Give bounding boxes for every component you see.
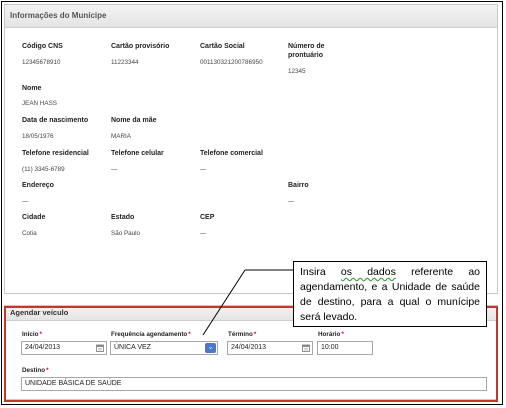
tel-comercial-label: Telefone comercial [200, 150, 263, 157]
inicio-label: Início* [22, 331, 42, 338]
bairro-value: — [288, 198, 295, 205]
required-mark: * [46, 367, 49, 374]
required-mark: * [253, 331, 257, 338]
horario-input[interactable]: 10:00 [317, 341, 373, 355]
bairro-label: Bairro [288, 182, 309, 189]
nome-value: JEAN HASS [22, 100, 57, 107]
prontuario-label-line1: Número de [288, 43, 325, 50]
cartao-provisorio-label: Cartão provisório [111, 43, 170, 50]
required-mark: * [341, 331, 344, 338]
destino-value: UNIDADE BÁSICA DE SAÚDE [25, 380, 122, 387]
nome-label: Nome [22, 85, 42, 92]
tel-residencial-value: (11) 3345-6789 [22, 166, 65, 173]
inicio-date-input[interactable]: 24/04/2013 [21, 341, 107, 355]
frequencia-value: ÚNICA VEZ [114, 344, 151, 351]
termino-label: Término* [228, 331, 257, 338]
callout-text-wavy: os dados [340, 266, 396, 278]
cartao-social-label: Cartão Social [200, 43, 245, 50]
cartao-social-value: 001130321200786950 [200, 59, 263, 66]
callout-text-start: Insira [300, 266, 341, 278]
estado-value: São Paulo [111, 230, 141, 237]
destino-label: Destino* [22, 367, 49, 374]
cidade-label: Cidade [22, 214, 46, 221]
cartao-provisorio-value: 11223344 [111, 59, 139, 66]
horario-value: 10:00 [321, 344, 339, 351]
endereco-value: — [22, 198, 29, 205]
inicio-value: 24/04/2013 [25, 344, 61, 351]
frequencia-select[interactable]: ÚNICA VEZ ⌄ [110, 341, 218, 355]
mae-value: MARIA [111, 133, 131, 140]
nascimento-value: 18/05/1976 [22, 133, 54, 140]
cns-label: Código CNS [22, 43, 63, 50]
frequencia-label: Frequência agendamento* [111, 331, 191, 338]
chevron-down-icon[interactable]: ⌄ [205, 343, 216, 353]
horario-label: Horário* [318, 331, 344, 338]
cep-label: CEP [200, 214, 215, 221]
required-mark: * [188, 331, 191, 338]
termino-date-input[interactable]: 24/04/2013 [227, 341, 313, 355]
tel-celular-value: — [111, 166, 118, 173]
nascimento-label: Data de nascimento [22, 117, 89, 124]
cns-value: 12345678910 [22, 59, 61, 66]
prontuario-value: 12345 [288, 68, 306, 75]
estado-label: Estado [111, 214, 135, 221]
tel-celular-label: Telefone celular [111, 150, 164, 157]
municipe-panel-title: Informações do Munícipe [5, 5, 497, 28]
calendar-icon[interactable] [302, 344, 310, 352]
cep-value: — [200, 230, 207, 237]
prontuario-label-line2: prontuário [288, 52, 323, 59]
tel-residencial-label: Telefone residencial [22, 150, 89, 157]
calendar-icon[interactable] [96, 344, 104, 352]
required-mark: * [39, 331, 42, 338]
tel-comercial-value: — [200, 166, 207, 173]
destino-input[interactable]: UNIDADE BÁSICA DE SAÚDE [21, 377, 487, 391]
mae-label: Nome da mãe [111, 117, 157, 124]
municipe-info-panel: Informações do Munícipe Código CNS 12345… [4, 4, 498, 294]
cidade-value: Cotia [22, 230, 37, 237]
termino-value: 24/04/2013 [231, 344, 267, 351]
instruction-callout: Insira os dados referente ao agendamento… [293, 261, 487, 327]
endereco-label: Endereço [22, 182, 54, 189]
